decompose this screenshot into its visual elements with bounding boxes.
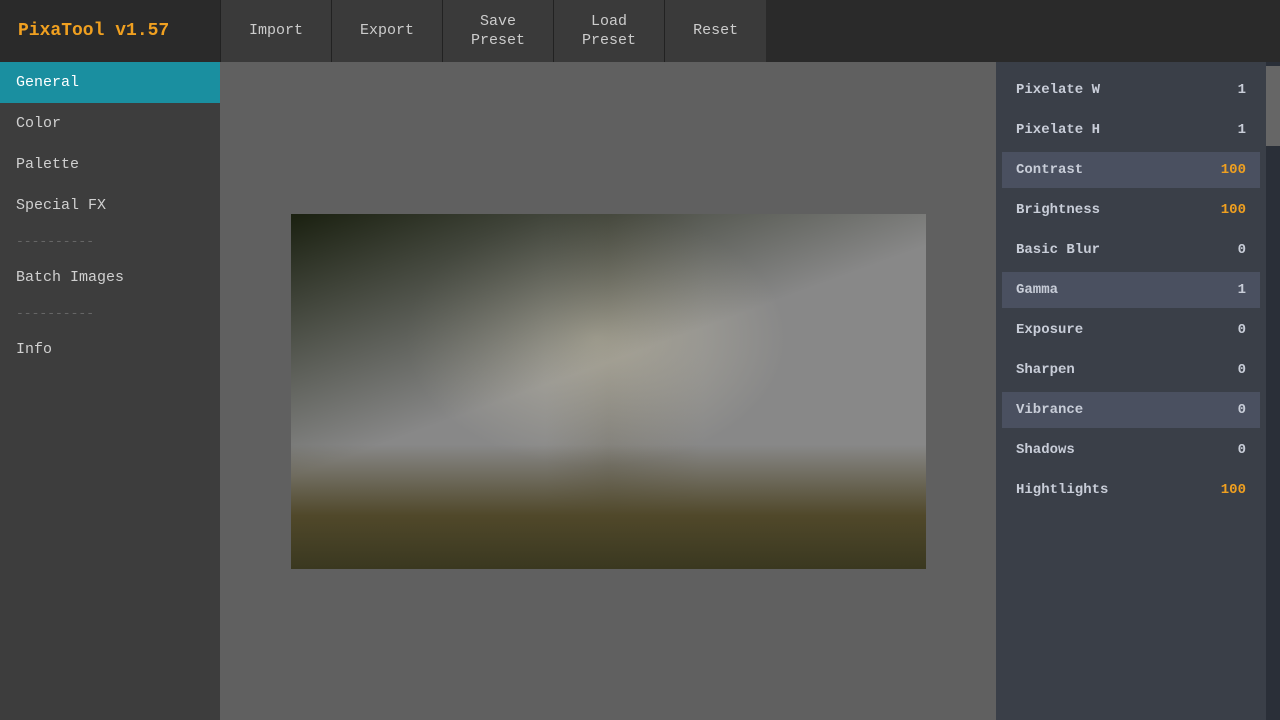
sidebar-item-special-fx[interactable]: Special FX: [0, 185, 220, 226]
control-pixelate-w-label: Pixelate W: [1016, 82, 1100, 98]
scrollbar-area: [1266, 62, 1280, 720]
sidebar-item-general[interactable]: General: [0, 62, 220, 103]
image-preview: [291, 214, 926, 569]
control-shadows[interactable]: Shadows 0: [1002, 432, 1260, 468]
sidebar-item-palette[interactable]: Palette: [0, 144, 220, 185]
control-gamma[interactable]: Gamma 1: [1002, 272, 1260, 308]
control-basic-blur[interactable]: Basic Blur 0: [1002, 232, 1260, 268]
control-vibrance-label: Vibrance: [1016, 402, 1083, 418]
control-basic-blur-value: 0: [1216, 242, 1246, 258]
control-pixelate-w-value: 1: [1216, 82, 1246, 98]
reset-button[interactable]: Reset: [664, 0, 766, 62]
control-contrast-value: 100: [1216, 162, 1246, 178]
canvas-area: [220, 62, 996, 720]
control-exposure[interactable]: Exposure 0: [1002, 312, 1260, 348]
sidebar-item-color[interactable]: Color: [0, 103, 220, 144]
control-highlights[interactable]: Hightlights 100: [1002, 472, 1260, 508]
sidebar-separator-1: ----------: [0, 226, 220, 257]
control-shadows-label: Shadows: [1016, 442, 1075, 458]
control-contrast-label: Contrast: [1016, 162, 1083, 178]
control-pixelate-h-label: Pixelate H: [1016, 122, 1100, 138]
landscape-image: [291, 214, 926, 569]
sidebar-item-info[interactable]: Info: [0, 329, 220, 370]
controls-panel: Pixelate W 1 Pixelate H 1 Contrast 100 B…: [996, 62, 1266, 720]
control-vibrance[interactable]: Vibrance 0: [1002, 392, 1260, 428]
topbar: PixaTool v1.57 Import Export Save Preset…: [0, 0, 1280, 62]
control-exposure-value: 0: [1216, 322, 1246, 338]
control-brightness-value: 100: [1216, 202, 1246, 218]
export-button[interactable]: Export: [331, 0, 442, 62]
control-gamma-label: Gamma: [1016, 282, 1058, 298]
control-highlights-label: Hightlights: [1016, 482, 1108, 498]
control-shadows-value: 0: [1216, 442, 1246, 458]
scrollbar-thumb[interactable]: [1266, 66, 1280, 146]
control-pixelate-h-value: 1: [1216, 122, 1246, 138]
control-contrast[interactable]: Contrast 100: [1002, 152, 1260, 188]
control-pixelate-w[interactable]: Pixelate W 1: [1002, 72, 1260, 108]
control-basic-blur-label: Basic Blur: [1016, 242, 1100, 258]
sidebar-separator-2: ----------: [0, 298, 220, 329]
control-brightness[interactable]: Brightness 100: [1002, 192, 1260, 228]
sidebar: General Color Palette Special FX -------…: [0, 62, 220, 720]
main-layout: General Color Palette Special FX -------…: [0, 62, 1280, 720]
control-brightness-label: Brightness: [1016, 202, 1100, 218]
import-button[interactable]: Import: [220, 0, 331, 62]
control-sharpen-label: Sharpen: [1016, 362, 1075, 378]
save-preset-button[interactable]: Save Preset: [442, 0, 553, 62]
sidebar-item-batch-images[interactable]: Batch Images: [0, 257, 220, 298]
control-exposure-label: Exposure: [1016, 322, 1083, 338]
control-pixelate-h[interactable]: Pixelate H 1: [1002, 112, 1260, 148]
control-vibrance-value: 0: [1216, 402, 1246, 418]
load-preset-button[interactable]: Load Preset: [553, 0, 664, 62]
control-sharpen-value: 0: [1216, 362, 1246, 378]
control-gamma-value: 1: [1216, 282, 1246, 298]
control-highlights-value: 100: [1216, 482, 1246, 498]
control-sharpen[interactable]: Sharpen 0: [1002, 352, 1260, 388]
app-brand: PixaTool v1.57: [0, 0, 220, 62]
